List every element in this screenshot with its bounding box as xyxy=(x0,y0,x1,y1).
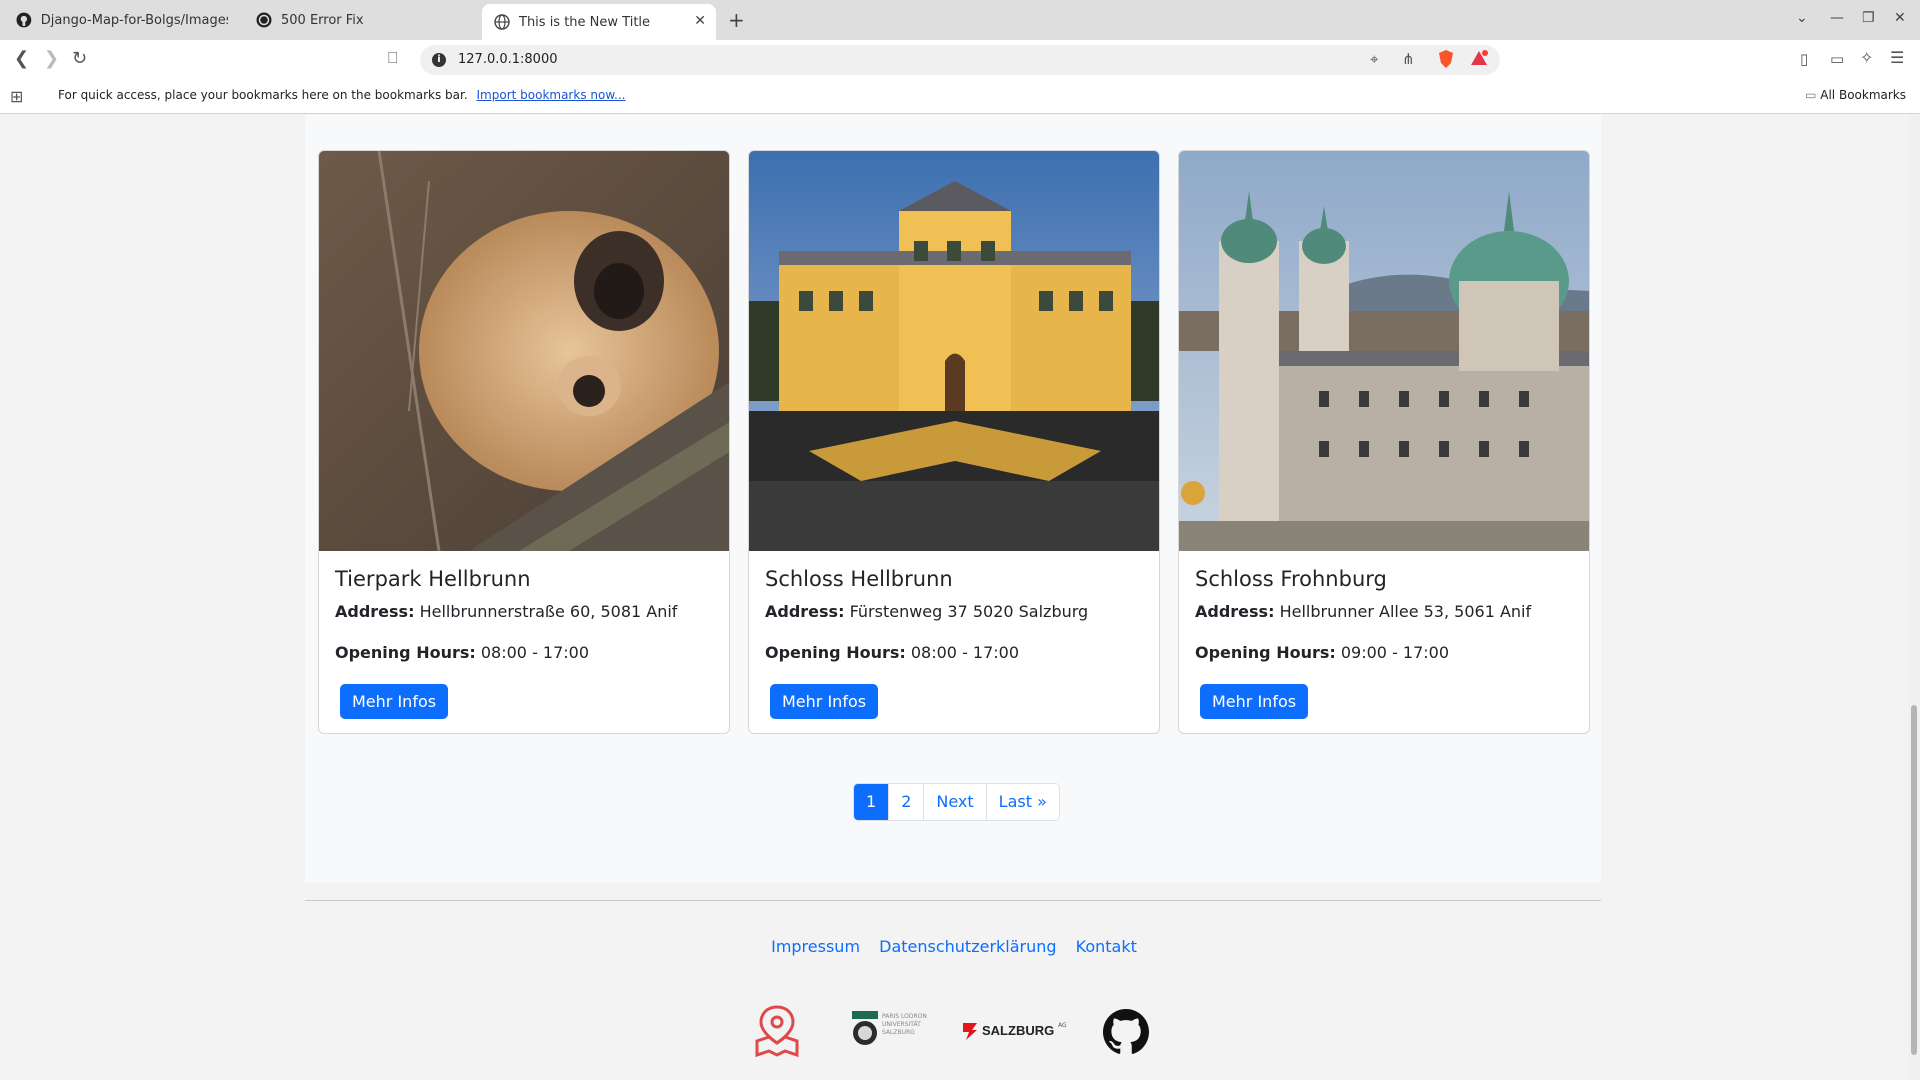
page-viewport: Tierpark Hellbrunn Address: Hellbrunners… xyxy=(0,115,1908,1080)
leo-ai-icon[interactable]: ✧ xyxy=(1860,48,1873,67)
hours-label: Opening Hours: xyxy=(1195,643,1336,662)
hours-value: 09:00 - 17:00 xyxy=(1340,643,1450,662)
github-logo-icon[interactable] xyxy=(1103,1009,1149,1059)
tab-github[interactable]: Django-Map-for-Bolgs/Images a xyxy=(4,4,240,36)
card-hours: Opening Hours: 08:00 - 17:00 xyxy=(335,643,713,662)
page-2-link[interactable]: 2 xyxy=(888,784,923,820)
tab-label: This is the New Title xyxy=(519,14,651,30)
all-bookmarks-label: All Bookmarks xyxy=(1820,88,1906,102)
sidebar-icon[interactable]: ▯ xyxy=(1800,50,1808,68)
salzburg-logo-suffix: AG xyxy=(1058,1022,1067,1029)
datenschutz-link[interactable]: Datenschutzerklärung xyxy=(879,937,1056,956)
salzburg-logo-text: SALZBURG xyxy=(982,1023,1055,1038)
main-container: Tierpark Hellbrunn Address: Hellbrunners… xyxy=(305,115,1601,883)
menu-icon[interactable]: ☰ xyxy=(1890,48,1904,67)
back-icon[interactable]: ❮ xyxy=(14,48,29,69)
hours-label: Opening Hours: xyxy=(335,643,476,662)
card-hours: Opening Hours: 09:00 - 17:00 xyxy=(1195,643,1573,662)
plus-logo-text: PARIS LODRON UNIVERSITÄT SALZBURG xyxy=(882,1013,927,1036)
close-window-icon[interactable]: ✕ xyxy=(1894,10,1906,26)
card-title: Schloss Hellbrunn xyxy=(765,567,953,591)
pagination: 1 2 Next Last » xyxy=(853,783,1060,821)
chatgpt-icon xyxy=(256,12,272,28)
card-hours: Opening Hours: 08:00 - 17:00 xyxy=(765,643,1143,662)
brave-rewards-icon[interactable] xyxy=(1470,50,1488,70)
restore-icon[interactable]: ❐ xyxy=(1862,10,1875,26)
url-text[interactable]: 127.0.0.1:8000 xyxy=(458,52,558,67)
place-card: Schloss Hellbrunn Address: Fürstenweg 37… xyxy=(748,150,1160,734)
bookmarks-hint: For quick access, place your bookmarks h… xyxy=(58,88,626,102)
brave-shield-icon[interactable] xyxy=(1438,50,1454,72)
cathedral-photo xyxy=(1179,151,1589,551)
tab-active[interactable]: This is the New Title ✕ xyxy=(482,4,716,40)
address-bar[interactable]: i 127.0.0.1:8000 ⌖ ⋔ xyxy=(420,45,1500,75)
mehr-infos-button[interactable]: Mehr Infos xyxy=(1200,684,1309,719)
address-label: Address: xyxy=(335,602,415,621)
tab-500-error[interactable]: 500 Error Fix xyxy=(244,4,474,36)
tab-label: Django-Map-for-Bolgs/Images a xyxy=(40,12,228,28)
page-scrollbar[interactable] xyxy=(1908,115,1920,1080)
address-value: Hellbrunner Allee 53, 5061 Anif xyxy=(1279,602,1532,621)
folder-icon: ▭ xyxy=(1805,88,1817,102)
card-address: Address: Hellbrunner Allee 53, 5061 Anif xyxy=(1195,602,1573,621)
bookmark-icon[interactable]: ⎕ xyxy=(388,48,398,68)
import-bookmarks-link[interactable]: Import bookmarks now... xyxy=(477,88,626,102)
footer-links: Impressum Datenschutzerklärung Kontakt xyxy=(0,937,1908,956)
gibbon-photo xyxy=(319,151,729,551)
chevron-down-icon[interactable]: ⌄ xyxy=(1796,10,1808,26)
site-info-icon[interactable]: i xyxy=(432,53,446,67)
card-body: Schloss Hellbrunn Address: Fürstenweg 37… xyxy=(749,551,1159,733)
wallet-icon[interactable]: ▭ xyxy=(1830,50,1844,68)
place-card: Schloss Frohnburg Address: Hellbrunner A… xyxy=(1178,150,1590,734)
hours-label: Opening Hours: xyxy=(765,643,906,662)
card-address: Address: Hellbrunnerstraße 60, 5081 Anif xyxy=(335,602,713,621)
footer-divider xyxy=(305,900,1601,901)
card-title: Tierpark Hellbrunn xyxy=(335,567,531,591)
address-label: Address: xyxy=(765,602,845,621)
salzburg-ag-logo[interactable]: SALZBURG AG xyxy=(960,1021,1067,1045)
place-card: Tierpark Hellbrunn Address: Hellbrunners… xyxy=(318,150,730,734)
bookmarks-bar: ⊞ For quick access, place your bookmarks… xyxy=(0,78,1920,114)
github-icon xyxy=(16,12,32,28)
hours-value: 08:00 - 17:00 xyxy=(480,643,590,662)
globe-icon xyxy=(494,14,510,30)
plus-university-logo[interactable]: PARIS LODRON UNIVERSITÄT SALZBURG xyxy=(852,1011,938,1055)
tab-label: 500 Error Fix xyxy=(281,12,364,28)
address-value: Fürstenweg 37 5020 Salzburg xyxy=(849,602,1089,621)
map-pin-logo-icon[interactable] xyxy=(755,1005,799,1061)
page-1-link[interactable]: 1 xyxy=(854,784,889,820)
scrollbar-thumb[interactable] xyxy=(1911,705,1917,1055)
card-body: Tierpark Hellbrunn Address: Hellbrunners… xyxy=(319,551,729,733)
last-page-link[interactable]: Last » xyxy=(985,784,1059,820)
forward-icon[interactable]: ❯ xyxy=(44,48,59,69)
browser-tabbar: Django-Map-for-Bolgs/Images a 500 Error … xyxy=(0,0,1920,40)
hours-value: 08:00 - 17:00 xyxy=(910,643,1020,662)
mehr-infos-button[interactable]: Mehr Infos xyxy=(340,684,449,719)
bookmarks-hint-text: For quick access, place your bookmarks h… xyxy=(58,88,468,102)
minimize-icon[interactable]: — xyxy=(1830,10,1844,26)
apps-grid-icon[interactable]: ⊞ xyxy=(10,87,23,106)
share-icon[interactable]: ⋔ xyxy=(1402,50,1415,68)
address-label: Address: xyxy=(1195,602,1275,621)
card-title: Schloss Frohnburg xyxy=(1195,567,1387,591)
impressum-link[interactable]: Impressum xyxy=(771,937,860,956)
address-value: Hellbrunnerstraße 60, 5081 Anif xyxy=(419,602,678,621)
new-tab-button[interactable]: + xyxy=(728,8,745,32)
mehr-infos-button[interactable]: Mehr Infos xyxy=(770,684,879,719)
next-page-link[interactable]: Next xyxy=(923,784,985,820)
card-address: Address: Fürstenweg 37 5020 Salzburg xyxy=(765,602,1143,621)
all-bookmarks-button[interactable]: ▭ All Bookmarks xyxy=(1805,88,1906,102)
location-icon[interactable]: ⌖ xyxy=(1370,50,1378,68)
reload-icon[interactable]: ↻ xyxy=(72,48,87,69)
close-tab-icon[interactable]: ✕ xyxy=(694,13,706,29)
kontakt-link[interactable]: Kontakt xyxy=(1076,937,1137,956)
palace-photo xyxy=(749,151,1159,551)
card-body: Schloss Frohnburg Address: Hellbrunner A… xyxy=(1179,551,1589,733)
